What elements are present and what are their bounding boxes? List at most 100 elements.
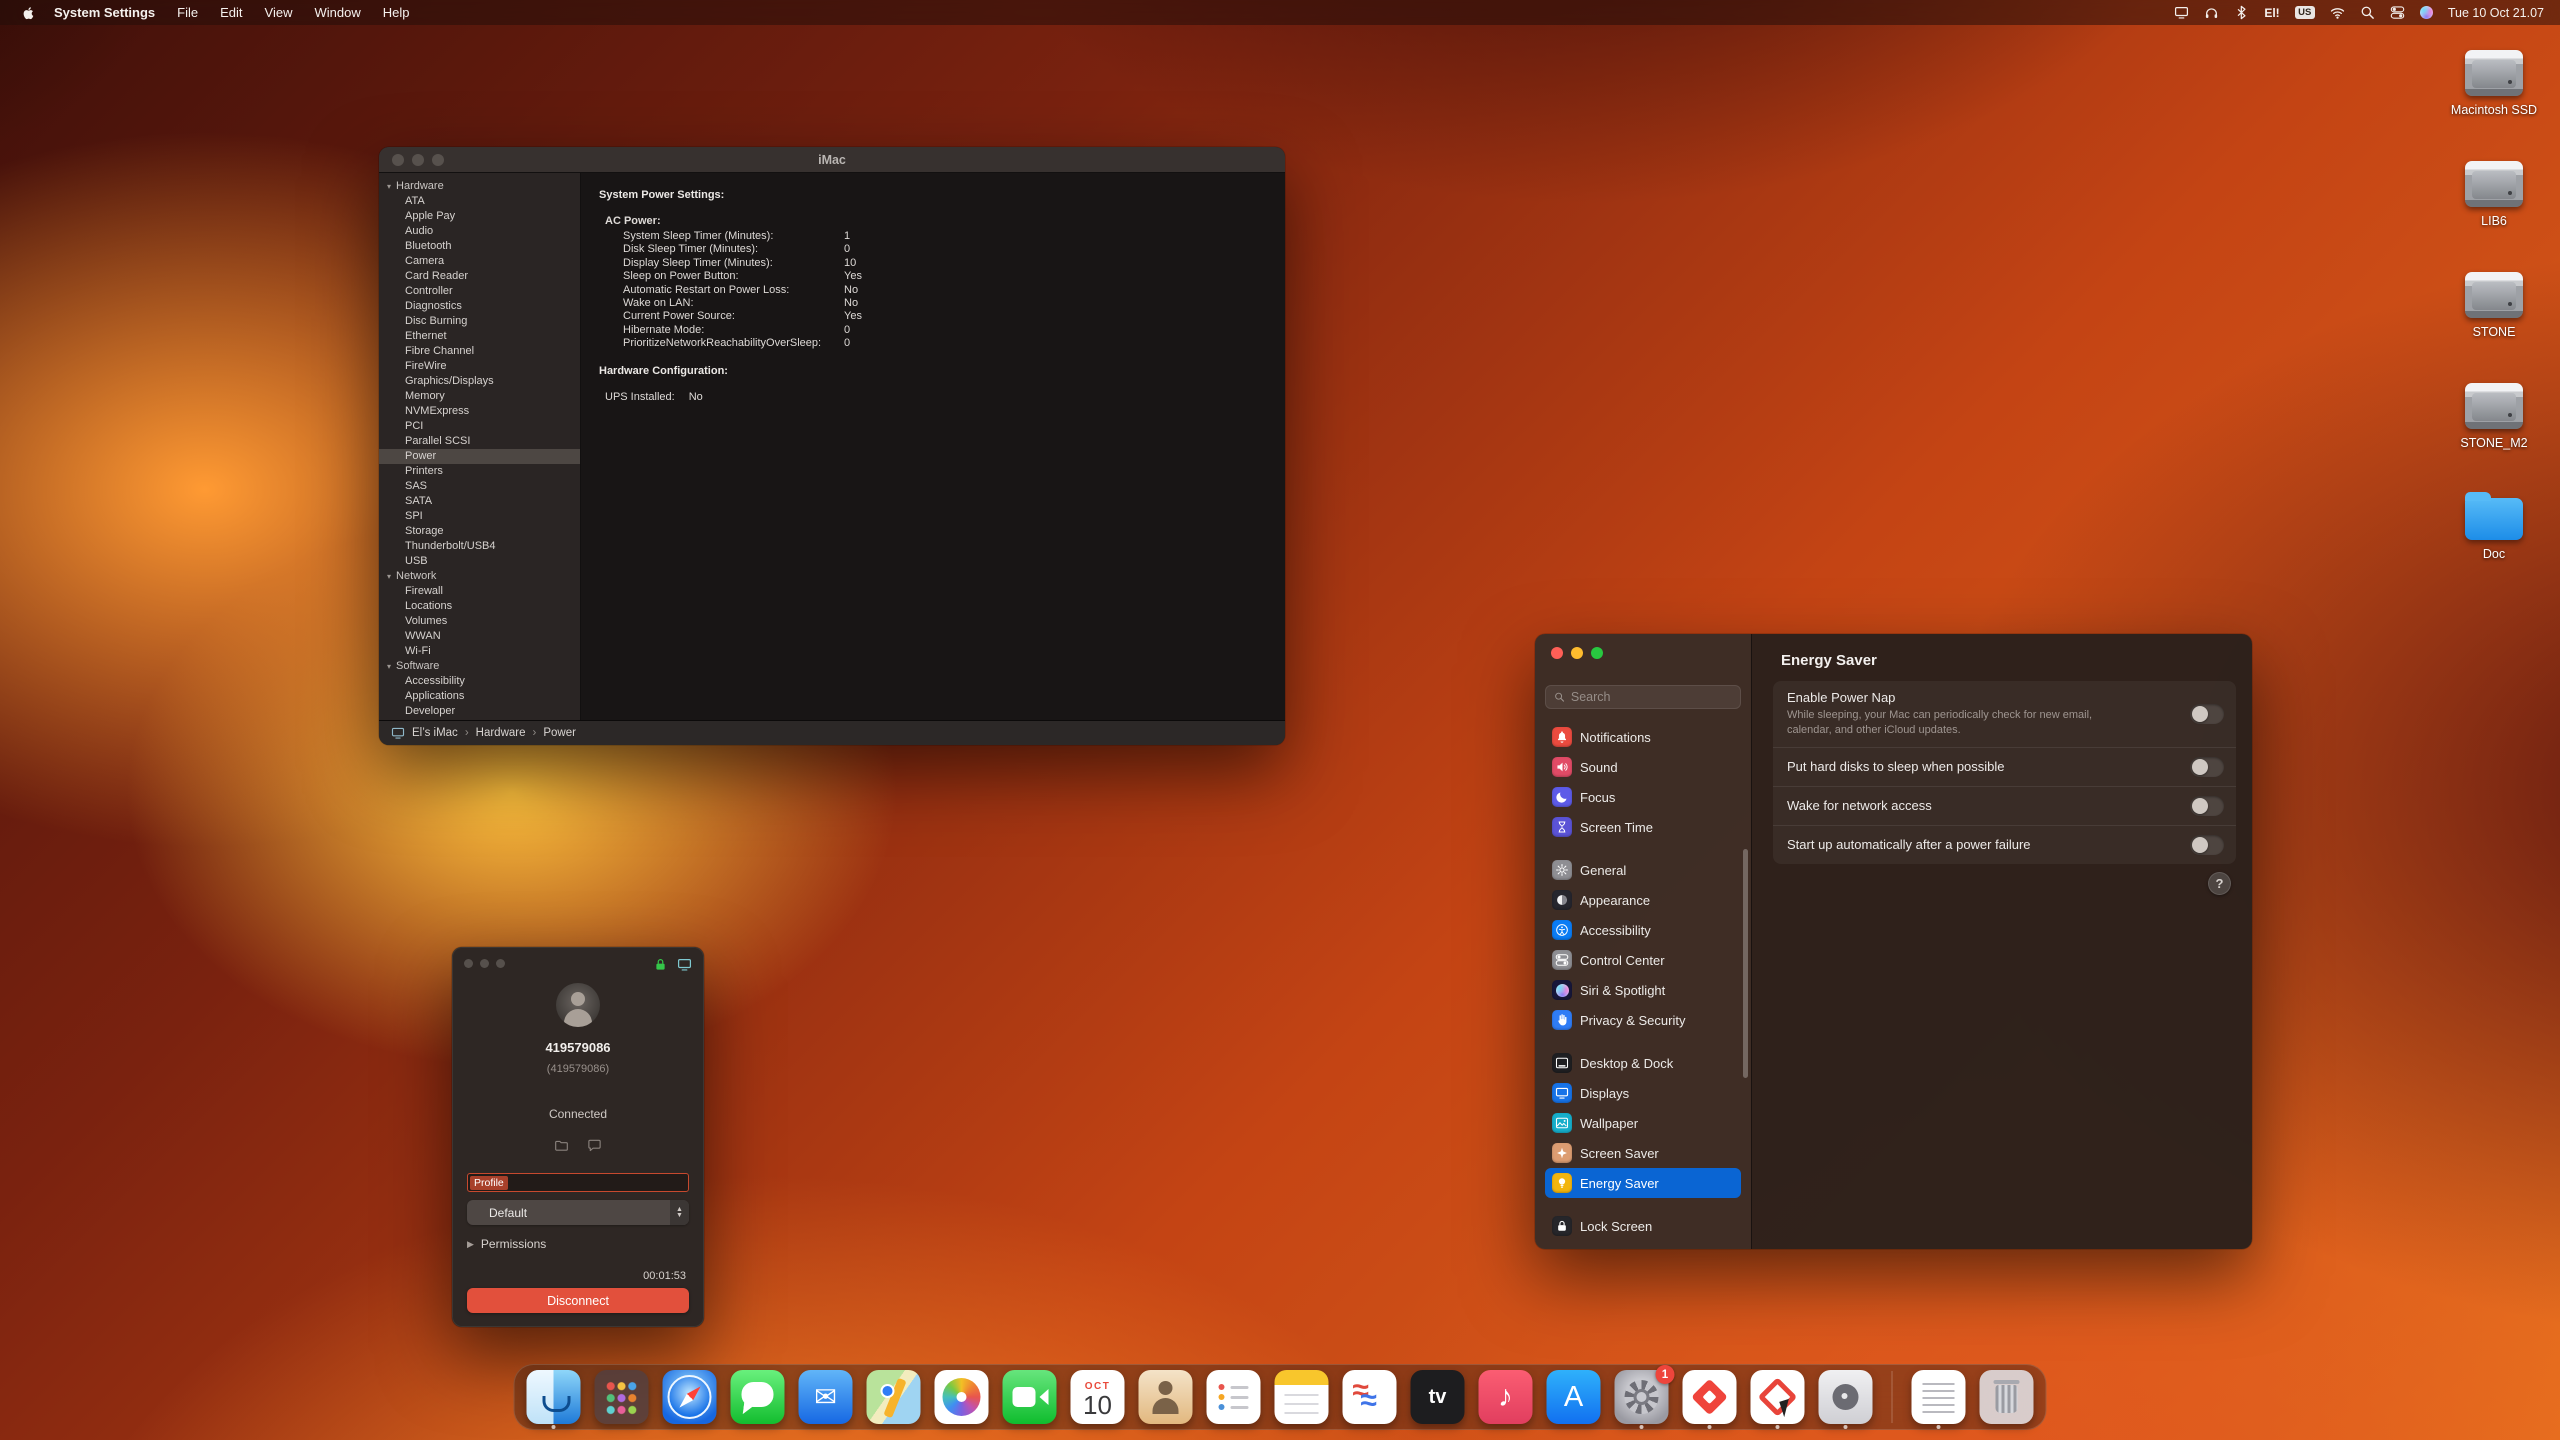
sidebar-item-siri-spotlight[interactable]: Siri & Spotlight [1545,975,1741,1005]
dock-mail[interactable] [799,1370,853,1424]
headphones-icon[interactable] [2204,5,2219,20]
window-controls[interactable] [464,959,505,968]
input-source-badge[interactable]: US [2295,6,2315,19]
chat-icon[interactable] [587,1138,602,1153]
sysinfo-sidebar-item[interactable]: ATA [379,194,580,209]
bluetooth-icon[interactable] [2234,5,2249,20]
sysinfo-sidebar-item[interactable]: Accessibility [379,674,580,689]
sidebar-item-control-center[interactable]: Control Center [1545,945,1741,975]
sysinfo-sidebar-item[interactable]: Developer [379,704,580,719]
sidebar-item-notifications[interactable]: Notifications [1545,722,1741,752]
toggle-switch[interactable] [2190,796,2224,816]
sysinfo-sidebar-item[interactable]: ▾Hardware [379,179,580,194]
zoom-button[interactable] [1591,647,1603,659]
dock-anydesk[interactable] [1683,1370,1737,1424]
window-controls[interactable] [1551,647,1603,659]
wifi-icon[interactable] [2330,5,2345,20]
dock-safari[interactable] [663,1370,717,1424]
sysinfo-sidebar-item[interactable]: Wi-Fi [379,644,580,659]
sysinfo-sidebar-item[interactable]: USB [379,554,580,569]
dropdown-stepper-icon[interactable]: ▲▼ [670,1200,689,1225]
sidebar-item-wallpaper[interactable]: Wallpaper [1545,1108,1741,1138]
sidebar-item-focus[interactable]: Focus [1545,782,1741,812]
toggle-switch[interactable] [2190,704,2224,724]
control-center-icon[interactable] [2390,5,2405,20]
sysinfo-sidebar-item[interactable]: ▾Network [379,569,580,584]
sysinfo-sidebar-item[interactable]: Parallel SCSI [379,434,580,449]
remote-screen-icon[interactable] [677,957,692,972]
sysinfo-sidebar-item[interactable]: Diagnostics [379,299,580,314]
settings-search[interactable] [1545,685,1741,709]
sysinfo-sidebar-item[interactable]: SATA [379,494,580,509]
help-button[interactable]: ? [2208,872,2231,895]
profile-dropdown[interactable]: Default ▲▼ [467,1200,689,1225]
sidebar-item-displays[interactable]: Displays [1545,1078,1741,1108]
menu-file[interactable]: File [177,5,198,20]
disconnect-button[interactable]: Disconnect [467,1288,689,1313]
dock-waveform[interactable] [1343,1370,1397,1424]
siri-icon[interactable] [2420,6,2433,19]
desktop-icon-stone-m2[interactable]: STONE_M2 [2460,383,2527,450]
menu-help[interactable]: Help [383,5,410,20]
dock-settings[interactable]: 1 [1615,1370,1669,1424]
sidebar-item-energy-saver[interactable]: Energy Saver [1545,1168,1741,1198]
dock-remote-desktop[interactable] [1751,1370,1805,1424]
sysinfo-sidebar-item[interactable]: Controller [379,284,580,299]
breadcrumb-segment[interactable]: Hardware [476,727,526,739]
minimize-button[interactable] [480,959,489,968]
sysinfo-sidebar-item[interactable]: Memory [379,389,580,404]
dock-finder[interactable] [527,1370,581,1424]
sysinfo-sidebar-item[interactable]: Locations [379,599,580,614]
close-button[interactable] [464,959,473,968]
sidebar-item-accessibility[interactable]: Accessibility [1545,915,1741,945]
dock-trash[interactable] [1980,1370,2034,1424]
menu-view[interactable]: View [265,5,293,20]
sysinfo-sidebar-item[interactable]: Card Reader [379,269,580,284]
dock-textedit[interactable] [1912,1370,1966,1424]
minimize-button[interactable] [1571,647,1583,659]
dock-contacts[interactable] [1139,1370,1193,1424]
sysinfo-sidebar-item[interactable]: Graphics/Displays [379,374,580,389]
permissions-disclosure[interactable]: ▶ Permissions [467,1237,689,1251]
desktop-icon-stone[interactable]: STONE [2465,272,2523,339]
desktop-icon-doc[interactable]: Doc [2465,494,2523,561]
sysinfo-sidebar-item[interactable]: Power [379,449,580,464]
menu-clock[interactable]: Tue 10 Oct 21.07 [2448,6,2544,20]
sidebar-item-sound[interactable]: Sound [1545,752,1741,782]
sidebar-item-screen-saver[interactable]: Screen Saver [1545,1138,1741,1168]
breadcrumb-segment[interactable]: El’s iMac [412,727,458,739]
sysinfo-sidebar-item[interactable]: Volumes [379,614,580,629]
sysinfo-sidebar-item[interactable]: SAS [379,479,580,494]
toggle-switch[interactable] [2190,835,2224,855]
sysinfo-sidebar-item[interactable]: ▾Software [379,659,580,674]
sysinfo-sidebar-item[interactable]: Ethernet [379,329,580,344]
sidebar-item-screen-time[interactable]: Screen Time [1545,812,1741,842]
dock-notes[interactable] [1275,1370,1329,1424]
sysinfo-sidebar-item[interactable]: NVMExpress [379,404,580,419]
sysinfo-sidebar-item[interactable]: Apple Pay [379,209,580,224]
toggle-switch[interactable] [2190,757,2224,777]
dock-tv[interactable]: tv [1411,1370,1465,1424]
dock-music[interactable] [1479,1370,1533,1424]
sidebar-item-privacy-security[interactable]: Privacy & Security [1545,1005,1741,1035]
apple-menu-icon[interactable] [22,5,36,21]
sysinfo-sidebar-item[interactable]: Firewall [379,584,580,599]
sysinfo-sidebar-item[interactable]: Audio [379,224,580,239]
dock-appstore[interactable] [1547,1370,1601,1424]
sidebar-item-desktop-dock[interactable]: Desktop & Dock [1545,1048,1741,1078]
sysinfo-sidebar-item[interactable]: Bluetooth [379,239,580,254]
profile-field[interactable]: Profile [467,1173,689,1192]
sidebar-item-general[interactable]: General [1545,855,1741,885]
dock-maps[interactable] [867,1370,921,1424]
sysinfo-sidebar-item[interactable]: PCI [379,419,580,434]
sysinfo-sidebar-item[interactable]: Storage [379,524,580,539]
dock-reminders[interactable] [1207,1370,1261,1424]
close-button[interactable] [1551,647,1563,659]
sidebar-item-appearance[interactable]: Appearance [1545,885,1741,915]
sysinfo-sidebar-item[interactable]: Applications [379,689,580,704]
file-transfer-icon[interactable] [554,1138,569,1153]
screen-mirroring-icon[interactable] [2174,5,2189,20]
menu-window[interactable]: Window [314,5,360,20]
desktop-icon-macintosh-ssd[interactable]: Macintosh SSD [2451,50,2537,117]
sysinfo-sidebar-item[interactable]: Printers [379,464,580,479]
